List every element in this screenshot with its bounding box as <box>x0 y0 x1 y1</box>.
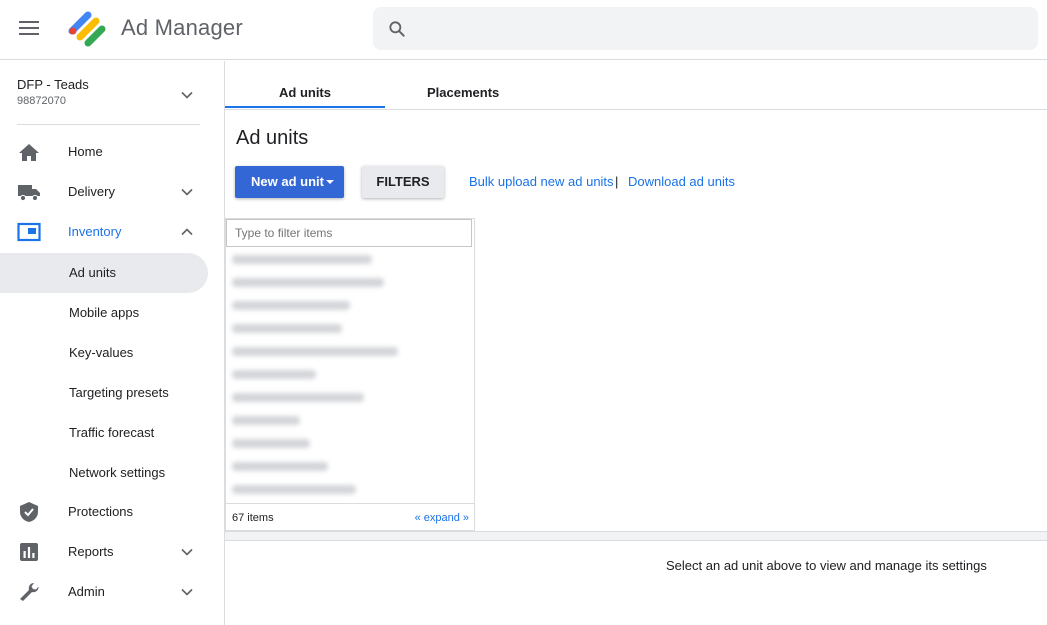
bulk-upload-link[interactable]: Bulk upload new ad units <box>469 174 614 189</box>
list-item[interactable] <box>226 455 474 478</box>
new-ad-unit-button[interactable]: New ad unit <box>235 166 344 198</box>
sidebar-item-delivery[interactable]: Delivery <box>0 172 208 212</box>
page-title: Ad units <box>236 127 309 149</box>
sidebar-item-label: Reports <box>68 544 114 559</box>
link-separator: | <box>615 174 619 189</box>
tree-footer: 67 items « expand » <box>226 503 474 531</box>
redacted-text <box>232 416 300 425</box>
sidebar-subitem-targeting-presets[interactable]: Targeting presets <box>0 373 208 413</box>
sidebar-item-label: Protections <box>68 504 134 519</box>
active-tab-indicator <box>225 106 385 108</box>
redacted-text <box>232 462 328 471</box>
list-item[interactable] <box>226 294 474 317</box>
wrench-icon <box>20 583 39 601</box>
sidebar-item-label: Mobile apps <box>69 305 140 320</box>
sidebar-item-label: Inventory <box>68 224 122 239</box>
truck-icon <box>18 185 40 202</box>
list-item[interactable] <box>226 409 474 432</box>
chevron-down-icon[interactable] <box>179 184 195 200</box>
tab-bar: Ad units Placements <box>225 61 1047 110</box>
new-ad-unit-label: New ad unit <box>251 174 324 189</box>
sidebar: DFP - Teads 98872070 Home Delivery Inven… <box>0 61 225 625</box>
sidebar-item-label: Ad units <box>69 265 116 280</box>
sidebar-item-inventory[interactable]: Inventory <box>0 212 208 252</box>
empty-state-message: Select an ad unit above to view and mana… <box>666 558 987 573</box>
redacted-text <box>232 370 316 379</box>
sidebar-item-label: Traffic forecast <box>69 425 155 440</box>
list-item[interactable] <box>226 363 474 386</box>
redacted-text <box>232 301 350 310</box>
network-selector[interactable]: DFP - Teads 98872070 <box>17 77 89 107</box>
list-item[interactable] <box>226 478 474 501</box>
inventory-icon <box>17 222 41 242</box>
sidebar-item-label: Admin <box>68 584 105 599</box>
sidebar-item-label: Key-values <box>69 345 134 360</box>
menu-icon[interactable] <box>19 21 39 37</box>
sidebar-subitem-network-settings[interactable]: Network settings <box>0 453 208 493</box>
redacted-text <box>232 347 398 356</box>
chevron-up-icon[interactable] <box>179 224 195 240</box>
search-icon[interactable] <box>387 19 407 39</box>
list-item[interactable] <box>226 432 474 455</box>
chevron-down-icon[interactable] <box>179 87 195 103</box>
network-id: 98872070 <box>17 95 66 107</box>
redacted-text <box>232 278 384 287</box>
redacted-text <box>232 439 310 448</box>
sidebar-item-label: Home <box>68 144 103 159</box>
ad-unit-list <box>226 248 474 501</box>
list-item[interactable] <box>226 317 474 340</box>
redacted-text <box>232 393 364 402</box>
sidebar-item-label: Delivery <box>68 184 115 199</box>
filters-button[interactable]: FILTERS <box>362 166 444 198</box>
download-ad-units-link[interactable]: Download ad units <box>628 174 735 189</box>
chevron-down-icon[interactable] <box>179 544 195 560</box>
tab-placements[interactable]: Placements <box>427 85 499 100</box>
expand-link[interactable]: « expand » <box>415 512 469 524</box>
sidebar-subitem-mobile-apps[interactable]: Mobile apps <box>0 293 208 333</box>
search-bar[interactable] <box>373 7 1038 50</box>
sidebar-item-label: Network settings <box>69 465 166 480</box>
sidebar-subitem-traffic-forecast[interactable]: Traffic forecast <box>0 413 208 453</box>
tab-ad-units[interactable]: Ad units <box>279 85 331 100</box>
top-app-bar: Ad Manager <box>0 0 1047 60</box>
ad-manager-logo <box>68 11 106 47</box>
list-item[interactable] <box>226 248 474 271</box>
redacted-text <box>232 485 356 494</box>
network-name: DFP - Teads <box>17 77 89 92</box>
sidebar-item-admin[interactable]: Admin <box>0 572 208 612</box>
sidebar-item-reports[interactable]: Reports <box>0 532 208 572</box>
chevron-down-icon[interactable] <box>179 584 195 600</box>
resize-divider[interactable] <box>225 531 1047 541</box>
list-item[interactable] <box>226 340 474 363</box>
ad-unit-tree: 67 items « expand » <box>225 218 475 531</box>
home-icon <box>19 144 39 161</box>
list-item[interactable] <box>226 386 474 409</box>
sidebar-item-label: Targeting presets <box>69 385 169 400</box>
sidebar-subitem-key-values[interactable]: Key-values <box>0 333 208 373</box>
redacted-text <box>232 255 372 264</box>
redacted-text <box>232 324 342 333</box>
dropdown-caret-icon <box>326 180 334 184</box>
sidebar-item-home[interactable]: Home <box>0 132 208 172</box>
list-item[interactable] <box>226 271 474 294</box>
sidebar-subitem-ad-units[interactable]: Ad units <box>0 253 208 293</box>
filter-input[interactable] <box>226 219 472 247</box>
app-title: Ad Manager <box>121 15 243 40</box>
sidebar-item-protections[interactable]: Protections <box>0 492 208 532</box>
item-count: 67 items <box>232 512 274 524</box>
divider <box>17 124 200 125</box>
shield-icon <box>20 502 38 522</box>
bar-chart-icon <box>20 543 38 561</box>
